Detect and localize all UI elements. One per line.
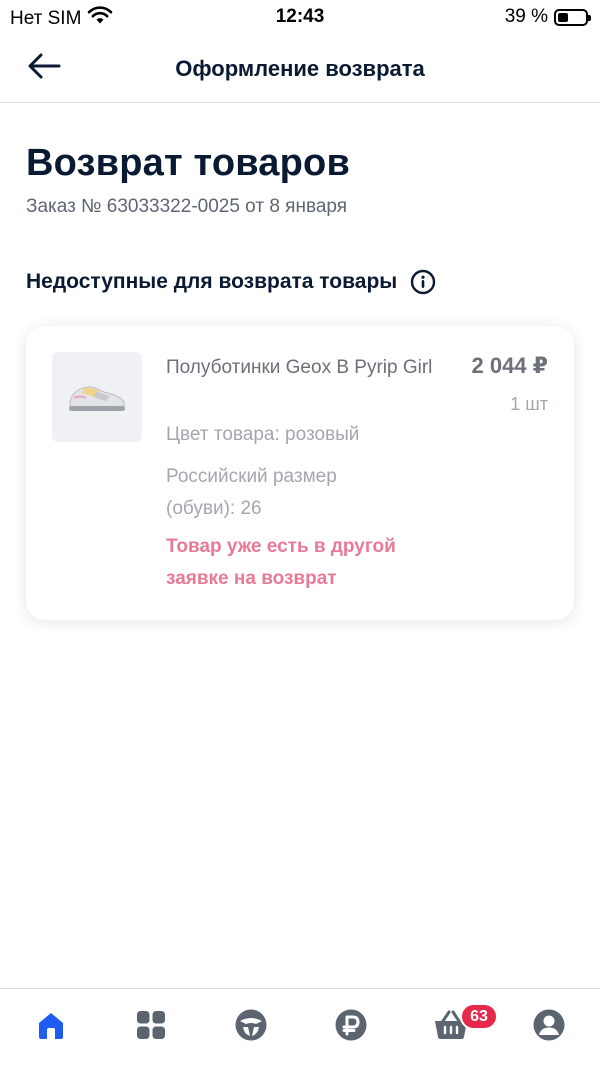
product-card: Полуботинки Geox B Pyrip Girl 2 044 ₽ 1 … bbox=[26, 326, 574, 620]
ruble-icon bbox=[334, 1008, 368, 1047]
nav-title: Оформление возврата bbox=[175, 56, 425, 81]
section-title: Недоступные для возврата товары bbox=[26, 270, 398, 293]
tab-bar: 63 bbox=[0, 988, 600, 1066]
home-icon bbox=[35, 1009, 67, 1046]
tab-profile[interactable] bbox=[529, 1007, 569, 1047]
order-subtitle: Заказ № 63033322-0025 от 8 января bbox=[26, 196, 348, 217]
tab-auto[interactable] bbox=[231, 1007, 271, 1047]
unavailable-section-header: Недоступные для возврата товары bbox=[26, 268, 437, 296]
product-size: Российский размер (обуви): 26 bbox=[166, 466, 337, 519]
product-price: 2 044 ₽ bbox=[471, 353, 548, 378]
catalog-icon bbox=[135, 1009, 167, 1046]
profile-icon bbox=[532, 1008, 566, 1047]
battery-group: 39 % bbox=[504, 6, 591, 28]
tab-home[interactable] bbox=[31, 1007, 71, 1047]
basket-badge: 63 bbox=[460, 1003, 498, 1030]
page-title: Возврат товаров bbox=[26, 142, 351, 184]
tab-finance[interactable] bbox=[331, 1007, 371, 1047]
product-name[interactable]: Полуботинки Geox B Pyrip Girl bbox=[166, 352, 456, 383]
status-bar: Нет SIM 12:43 39 % bbox=[0, 0, 600, 36]
product-quantity: 1 шт bbox=[510, 394, 548, 414]
product-color: Цвет товара: розовый bbox=[166, 424, 360, 445]
battery-icon bbox=[554, 8, 591, 26]
info-icon[interactable] bbox=[409, 268, 437, 296]
nav-header: Оформление возврата bbox=[0, 36, 600, 103]
product-warning: Товар уже есть в другой заявке на возвра… bbox=[166, 536, 396, 589]
tab-catalog[interactable] bbox=[131, 1007, 171, 1047]
product-image bbox=[52, 352, 142, 442]
steering-wheel-icon bbox=[234, 1008, 268, 1047]
battery-level bbox=[558, 12, 568, 22]
battery-percent: 39 % bbox=[504, 6, 548, 27]
sneaker-image bbox=[69, 386, 125, 411]
